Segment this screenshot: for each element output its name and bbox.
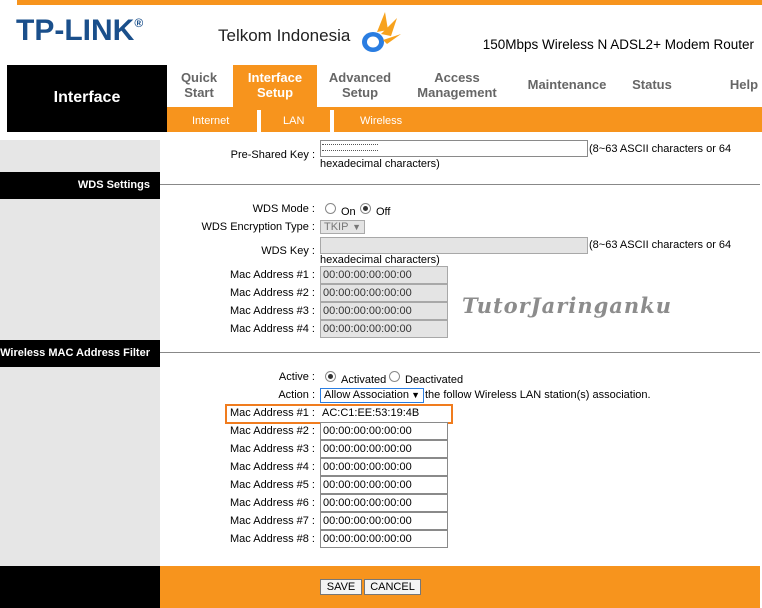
subtab-internet[interactable]: Internet (192, 115, 229, 127)
wds-key-hint: (8~63 ASCII characters or 64 (589, 239, 732, 251)
action-hint: the follow Wireless LAN station(s) assoc… (425, 389, 651, 401)
psk-masked-value (322, 144, 378, 151)
deactivated-label: Deactivated (405, 374, 464, 386)
tab-advanced-setup[interactable]: Advanced Setup (320, 70, 400, 100)
wds-mac-3-input[interactable]: 00:00:00:00:00:00 (320, 302, 448, 320)
mac-2-input[interactable]: 00:00:00:00:00:00 (320, 422, 448, 440)
subtab-lan[interactable]: LAN (283, 115, 304, 127)
wds-mode-off-radio[interactable] (360, 203, 371, 214)
mac-6-input[interactable]: 00:00:00:00:00:00 (320, 494, 448, 512)
activated-radio[interactable] (325, 371, 336, 382)
wds-encryption-label: WDS Encryption Type : (201, 221, 315, 233)
telkom-logo: Telkom Indonesia (218, 26, 351, 45)
activated-label: Activated (341, 374, 387, 386)
footer-bar (160, 566, 760, 608)
tab-quick-start[interactable]: Quick Start (170, 70, 228, 100)
mac-4-input[interactable]: 00:00:00:00:00:00 (320, 458, 448, 476)
watermark: TutorJaringanku (462, 293, 672, 318)
mac-7-input[interactable]: 00:00:00:00:00:00 (320, 512, 448, 530)
wds-key-input[interactable] (320, 237, 588, 254)
action-label: Action : (278, 389, 315, 401)
tp-link-logo: TP-LINK® (16, 14, 144, 47)
divider (160, 184, 760, 185)
mac-5-input[interactable]: 00:00:00:00:00:00 (320, 476, 448, 494)
tab-help[interactable]: Help (724, 77, 762, 92)
wds-mac-3-label: Mac Address #3 : (230, 305, 315, 317)
action-select[interactable]: Allow Association ▼ (320, 388, 424, 403)
tab-status[interactable]: Status (626, 77, 678, 92)
wds-mac-1-label: Mac Address #1 : (230, 269, 315, 281)
wds-mac-2-label: Mac Address #2 : (230, 287, 315, 299)
mac-3-label: Mac Address #3 : (230, 443, 315, 455)
cancel-button[interactable]: CANCEL (364, 579, 421, 595)
wds-mac-1-input[interactable]: 00:00:00:00:00:00 (320, 266, 448, 284)
wds-mode-off-label: Off (376, 206, 391, 218)
mac-3-input[interactable]: 00:00:00:00:00:00 (320, 440, 448, 458)
mac-2-label: Mac Address #2 : (230, 425, 315, 437)
mac-filter-header: Wireless MAC Address Filter (0, 340, 160, 367)
footer-left (0, 566, 160, 608)
tab-maintenance[interactable]: Maintenance (522, 77, 612, 92)
wds-mac-4-input[interactable]: 00:00:00:00:00:00 (320, 320, 448, 338)
top-accent-bar (17, 0, 762, 5)
wds-mac-4-label: Mac Address #4 : (230, 323, 315, 335)
wds-key-hint-2: hexadecimal characters) (320, 254, 440, 266)
wds-mode-label: WDS Mode : (252, 203, 315, 215)
psk-hint-2: hexadecimal characters) (320, 158, 440, 170)
mac-4-label: Mac Address #4 : (230, 461, 315, 473)
wds-key-label: WDS Key : (261, 245, 315, 257)
chevron-down-icon: ▼ (411, 390, 420, 400)
product-title: 150Mbps Wireless N ADSL2+ Modem Router (482, 37, 754, 52)
mac-6-label: Mac Address #6 : (230, 497, 315, 509)
nav-section-title: Interface (53, 89, 121, 106)
wds-mode-on-radio[interactable] (325, 203, 336, 214)
tab-access-management[interactable]: Access Management (410, 70, 504, 100)
mac-1-input[interactable]: AC:C1:EE:53:19:4B (322, 407, 419, 419)
mac-5-label: Mac Address #5 : (230, 479, 315, 491)
save-button[interactable]: SAVE (320, 579, 362, 595)
subtab-separator (330, 110, 334, 132)
active-label: Active : (278, 371, 315, 383)
divider (160, 352, 760, 353)
chevron-down-icon: ▼ (352, 222, 361, 232)
wds-encryption-select[interactable]: TKIP ▼ (320, 220, 365, 234)
deactivated-radio[interactable] (389, 371, 400, 382)
tab-interface-setup[interactable]: Interface Setup (233, 70, 317, 100)
telkom-flame-icon (362, 12, 401, 52)
mac-8-input[interactable]: 00:00:00:00:00:00 (320, 530, 448, 548)
mac-7-label: Mac Address #7 : (230, 515, 315, 527)
psk-label: Pre-Shared Key : (230, 149, 315, 161)
subtab-wireless[interactable]: Wireless (360, 115, 402, 127)
mac-1-label: Mac Address #1 : (230, 407, 315, 419)
wds-mac-2-input[interactable]: 00:00:00:00:00:00 (320, 284, 448, 302)
subtab-separator (257, 110, 261, 132)
wds-mode-on-label: On (341, 206, 356, 218)
mac-8-label: Mac Address #8 : (230, 533, 315, 545)
wds-settings-header: WDS Settings (0, 172, 160, 199)
psk-hint: (8~63 ASCII characters or 64 (589, 143, 732, 155)
